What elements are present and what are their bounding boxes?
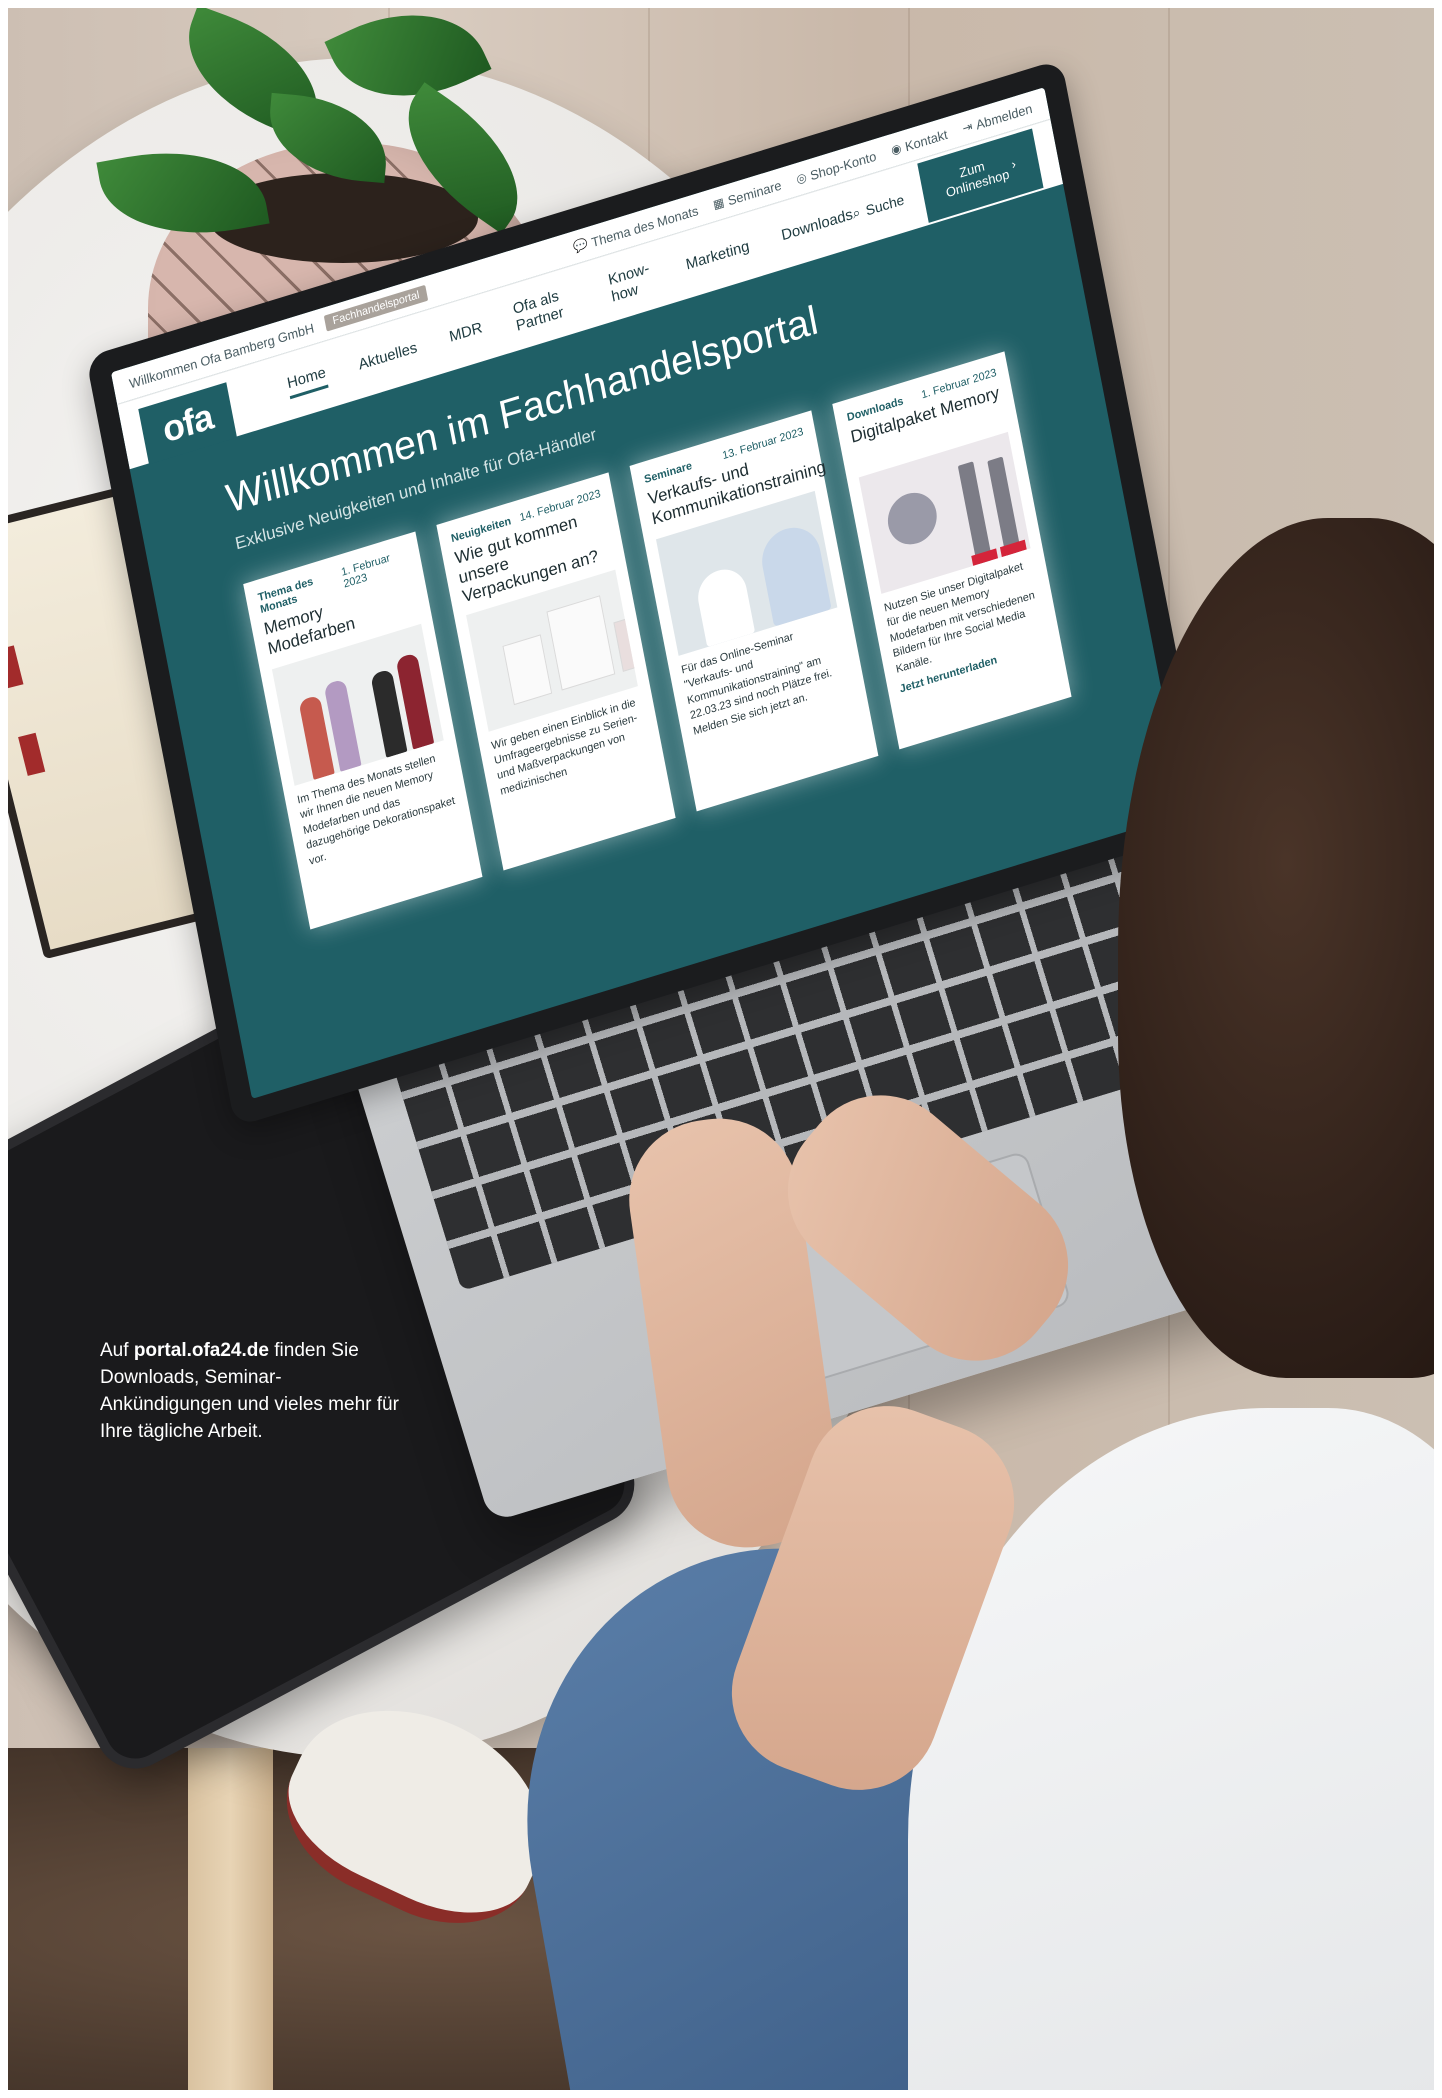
caption: Auf portal.ofa24.de finden Sie Downloads… (100, 1340, 399, 1442)
photo-frame: Willkommen Ofa Bamberg GmbH Fachhandelsp… (8, 8, 1434, 2090)
logout-icon: ⇥ (961, 118, 974, 136)
card-downloads[interactable]: Downloads 1. Februar 2023 Digitalpaket Me… (832, 351, 1072, 750)
nav-ofa-als-partner[interactable]: Ofa als Partner (511, 282, 580, 334)
nav-know-how[interactable]: Know-how (607, 258, 657, 305)
nav-aktuelles[interactable]: Aktuelles (357, 339, 418, 374)
nav-marketing[interactable]: Marketing (684, 237, 750, 273)
card-thema-des-monats[interactable]: Thema des Monats 1. Februar 2023 Memory M… (243, 531, 483, 930)
pin-icon: ◉ (889, 140, 903, 158)
portal-url: portal.ofa24.de (133, 1340, 269, 1361)
search-button[interactable]: ⌕ Suche (851, 190, 905, 222)
calendar-icon: ▦ (711, 194, 726, 212)
nav-downloads[interactable]: Downloads (780, 206, 854, 244)
chevron-right-icon: › (1010, 156, 1018, 173)
card-neuigkeiten[interactable]: Neuigkeiten 14. Februar 2023 Wie gut komm… (436, 472, 676, 871)
table-leg (188, 1748, 273, 2090)
chat-icon: 💬 (572, 236, 590, 255)
nav-home[interactable]: Home (285, 363, 329, 399)
nav-mdr[interactable]: MDR (448, 319, 484, 346)
user-icon: ◎ (795, 169, 808, 187)
card-seminare[interactable]: Seminare 13. Februar 2023 Verkaufs- und K… (629, 410, 879, 812)
